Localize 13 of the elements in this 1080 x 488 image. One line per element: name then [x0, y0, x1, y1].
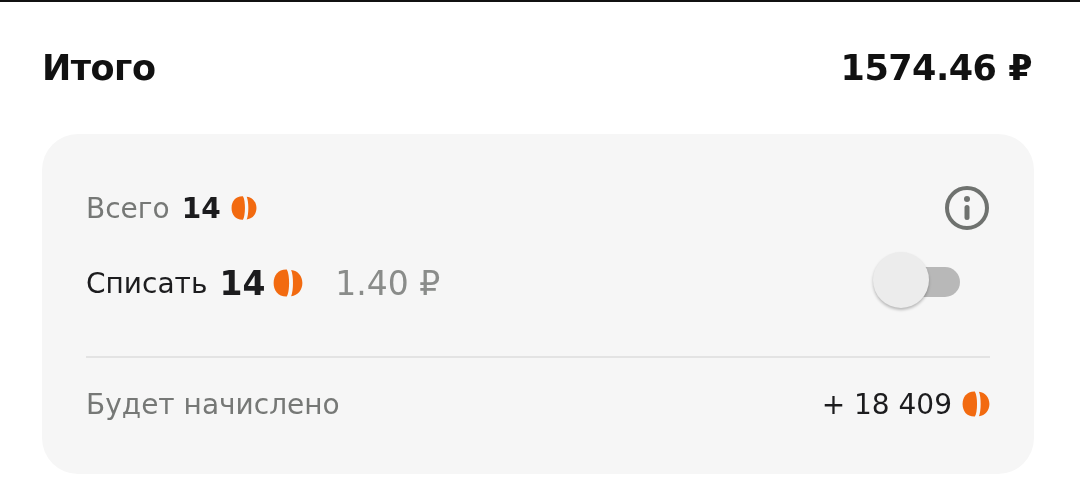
total-label: Итого: [42, 48, 156, 88]
info-icon[interactable]: [944, 185, 990, 231]
accrue-points: + 18 409: [821, 387, 952, 421]
bonus-coin-icon: [230, 195, 257, 221]
total-amount: 1574.46 ₽: [840, 48, 1032, 88]
bonus-coin-icon: [273, 268, 304, 298]
total-bonus-label: Всего: [86, 191, 170, 225]
bonus-coin-icon: [962, 390, 990, 418]
spend-points: 14: [219, 263, 266, 303]
total-bonus-points: 14: [181, 191, 221, 225]
spend-rubles: 1.40 ₽: [335, 263, 441, 303]
accrue-label: Будет начислено: [86, 387, 340, 421]
spend-label: Списать: [86, 266, 208, 300]
